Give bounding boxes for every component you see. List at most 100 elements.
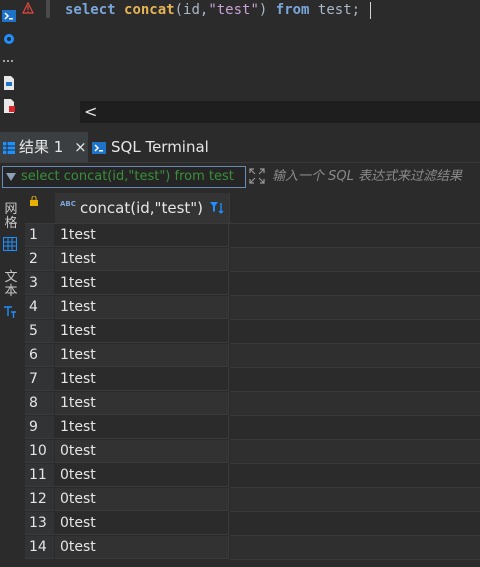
row-filler — [230, 224, 480, 248]
table-cell[interactable]: 0test — [55, 440, 229, 463]
code-close-paren: ) — [258, 2, 268, 18]
scroll-left-arrow[interactable]: < — [84, 101, 97, 123]
row-number[interactable]: 11 — [25, 464, 54, 487]
row-filler — [230, 464, 480, 488]
table-cell[interactable]: 0test — [55, 464, 229, 487]
tab-sql-terminal[interactable]: SQL Terminal — [92, 132, 209, 162]
table-row[interactable]: 8 1test — [25, 392, 480, 416]
table-row[interactable]: 1 1test — [25, 224, 480, 248]
keyword-from: from — [275, 2, 310, 18]
gear-icon[interactable] — [2, 32, 16, 46]
terminal-icon[interactable] — [2, 9, 16, 23]
sort-filter-icon[interactable] — [209, 200, 225, 216]
table-cell[interactable]: 1test — [55, 296, 229, 319]
row-number[interactable]: 3 — [25, 272, 54, 295]
text-view-label[interactable]: 文本 — [4, 271, 18, 299]
row-filler — [230, 368, 480, 392]
table-row[interactable]: 2 1test — [25, 248, 480, 272]
string-type-icon: ABC — [60, 200, 76, 208]
code-table: test; — [317, 2, 361, 18]
warning-icon — [22, 2, 34, 14]
row-number[interactable]: 6 — [25, 344, 54, 367]
row-number[interactable]: 12 — [25, 488, 54, 511]
line-marker — [46, 0, 50, 18]
row-filler — [230, 512, 480, 536]
table-cell[interactable]: 1test — [55, 344, 229, 367]
grid-view-label[interactable]: 网格 — [4, 203, 18, 231]
file-icon[interactable] — [2, 76, 16, 90]
expand-icon[interactable] — [249, 168, 265, 184]
table-cell[interactable]: 0test — [55, 512, 229, 535]
keyword-select: select — [65, 2, 116, 18]
row-number[interactable]: 8 — [25, 392, 54, 415]
row-filler — [230, 440, 480, 464]
horizontal-scrollbar[interactable]: < — [80, 101, 480, 123]
row-filler — [230, 416, 480, 440]
results-grid: ABC concat(id,"test") 1 1test 2 1test 3 1test… — [25, 193, 480, 567]
file-error-icon[interactable] — [2, 99, 16, 113]
row-number[interactable]: 10 — [25, 440, 54, 463]
filter-dropdown-icon[interactable] — [6, 172, 16, 182]
row-number[interactable]: 4 — [25, 296, 54, 319]
table-cell[interactable]: 1test — [55, 368, 229, 391]
row-filler — [230, 320, 480, 344]
table-cell[interactable]: 1test — [55, 392, 229, 415]
code-line[interactable]: select concat(id,"test") from test; — [65, 0, 372, 20]
terminal-icon — [92, 141, 106, 154]
grid-view-icon[interactable] — [3, 237, 17, 251]
row-filler — [230, 488, 480, 512]
tab-results-label: 结果 1 — [19, 138, 64, 156]
tab-close-icon[interactable]: × — [74, 138, 87, 156]
row-number[interactable]: 9 — [25, 416, 54, 439]
row-number[interactable]: 14 — [25, 536, 54, 559]
text-caret — [370, 1, 372, 19]
tab-results[interactable]: 结果 1 × — [0, 132, 88, 162]
row-number[interactable]: 13 — [25, 512, 54, 535]
table-row[interactable]: 13 0test — [25, 512, 480, 536]
table-cell[interactable]: 0test — [55, 488, 229, 511]
table-row[interactable]: 14 0test — [25, 536, 480, 560]
row-filler — [230, 296, 480, 320]
table-row[interactable]: 4 1test — [25, 296, 480, 320]
grid-header: ABC concat(id,"test") — [25, 193, 480, 224]
table-row[interactable]: 5 1test — [25, 320, 480, 344]
table-cell[interactable]: 0test — [55, 536, 229, 559]
row-number[interactable]: 2 — [25, 248, 54, 271]
table-row[interactable]: 9 1test — [25, 416, 480, 440]
table-cell[interactable]: 1test — [55, 248, 229, 271]
table-row[interactable]: 11 0test — [25, 464, 480, 488]
table-row[interactable]: 3 1test — [25, 272, 480, 296]
row-number[interactable]: 7 — [25, 368, 54, 391]
results-tab-bar: 结果 1 × SQL Terminal — [0, 132, 480, 163]
filter-hint: 输入一个 SQL 表达式来过滤结果 — [272, 169, 462, 184]
row-filler — [230, 248, 480, 272]
text-view-icon[interactable] — [3, 305, 17, 319]
more-dots-icon[interactable] — [2, 54, 16, 68]
row-filler — [230, 536, 480, 560]
table-row[interactable]: 7 1test — [25, 368, 480, 392]
row-filler — [230, 344, 480, 368]
filter-input[interactable]: select concat(id,"test") from test — [2, 166, 246, 188]
filter-input-value: select concat(id,"test") from test — [21, 169, 234, 184]
table-cell[interactable]: 1test — [55, 320, 229, 343]
row-filler — [230, 272, 480, 296]
table-row[interactable]: 6 1test — [25, 344, 480, 368]
grid-icon — [3, 141, 15, 154]
column-header-label: concat(id,"test") — [80, 199, 204, 217]
left-toolbar — [0, 0, 18, 124]
filter-bar: select concat(id,"test") from test 输入一个 … — [0, 165, 480, 189]
function-concat: concat — [124, 2, 175, 18]
row-number[interactable]: 5 — [25, 320, 54, 343]
table-row[interactable]: 12 0test — [25, 488, 480, 512]
column-header[interactable]: ABC concat(id,"test") — [55, 193, 230, 223]
sql-editor[interactable]: select concat(id,"test") from test; < — [18, 0, 480, 124]
row-filler — [230, 392, 480, 416]
table-row[interactable]: 10 0test — [25, 440, 480, 464]
table-cell[interactable]: 1test — [55, 272, 229, 295]
code-string: "test" — [208, 2, 259, 18]
row-number[interactable]: 1 — [25, 224, 54, 247]
tab-terminal-label: SQL Terminal — [111, 138, 209, 156]
table-cell[interactable]: 1test — [55, 416, 229, 439]
code-args: (id, — [174, 2, 209, 18]
table-cell[interactable]: 1test — [55, 224, 229, 247]
